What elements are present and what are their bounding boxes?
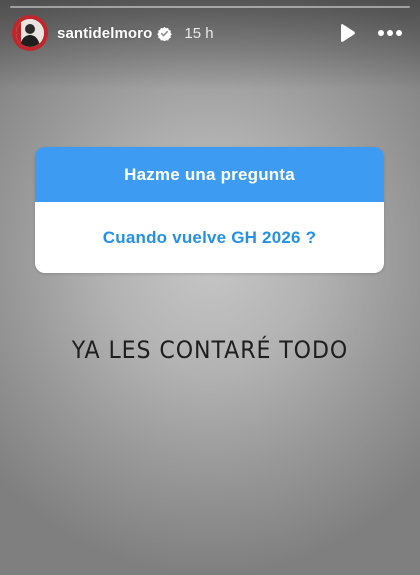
question-sticker-text: Cuando vuelve GH 2026 ? [35, 202, 384, 273]
story-progress-bar [10, 6, 410, 8]
question-sticker-header: Hazme una pregunta [35, 147, 384, 202]
username[interactable]: santidelmoro [57, 25, 152, 42]
verified-badge-icon [157, 26, 173, 41]
story-viewer[interactable]: santidelmoro 15 h Hazme una pregunta Cua… [0, 0, 420, 575]
avatar-image [16, 19, 44, 47]
question-sticker[interactable]: Hazme una pregunta Cuando vuelve GH 2026… [35, 147, 384, 273]
play-button[interactable] [336, 22, 358, 44]
post-time: 15 h [184, 24, 214, 42]
play-icon [341, 24, 355, 42]
story-caption: YA LES CONTARÉ TODO [71, 336, 349, 364]
more-options-button[interactable] [376, 22, 404, 44]
story-header: santidelmoro 15 h [12, 15, 408, 51]
more-options-icon [378, 30, 402, 36]
avatar[interactable] [12, 15, 48, 51]
